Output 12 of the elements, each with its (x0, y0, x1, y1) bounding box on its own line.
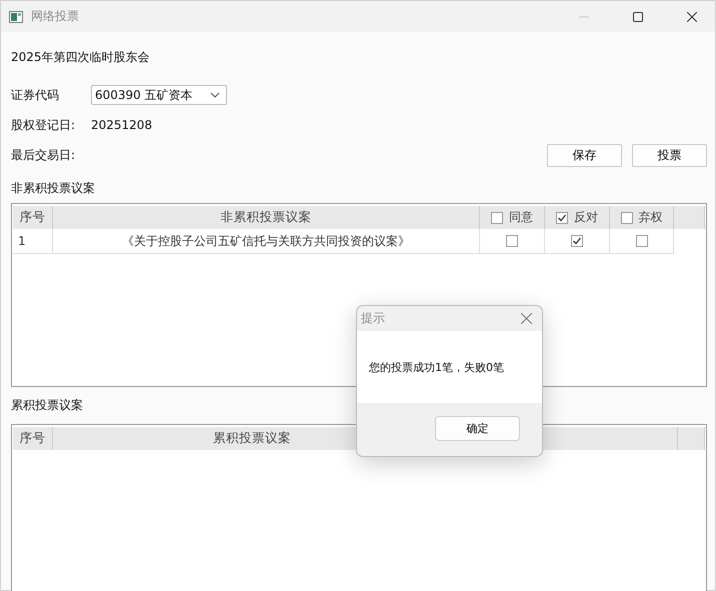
table-cell: 《关于控股子公司五矿信托与关联方共同投资的议案》 (53, 229, 480, 254)
table-cell: 1 (13, 229, 53, 254)
section-title: 非累积投票议案 (11, 181, 95, 195)
window-title: 网络投票 (31, 8, 80, 25)
dialog-message: 您的投票成功1笔，失败0笔 (369, 360, 504, 374)
dialog-title: 提示 (361, 310, 385, 327)
meeting-title: 2025年第四次临时股东会 (11, 48, 150, 66)
field-label: 最后交易日: (11, 146, 76, 164)
field-label: 股权登记日: (11, 116, 76, 134)
field-label: 证券代码 (11, 86, 60, 104)
field-value: 20251208 (91, 118, 152, 132)
section-title: 累积投票议案 (11, 398, 83, 412)
